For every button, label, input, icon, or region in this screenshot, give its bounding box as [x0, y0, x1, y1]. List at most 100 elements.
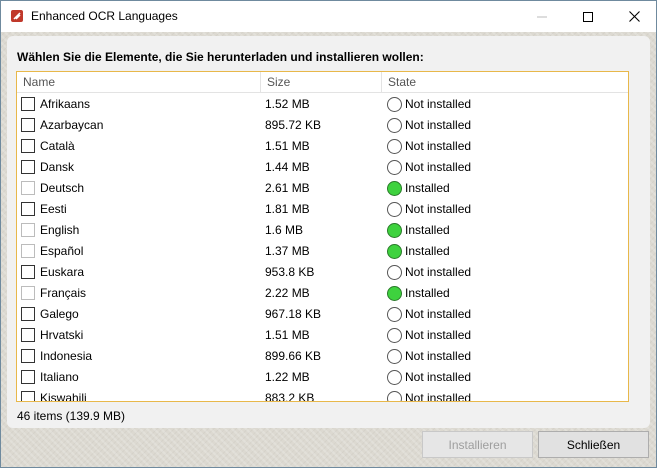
- installed-status-icon: [387, 286, 402, 301]
- list-item[interactable]: Español 1.37 MB Installed: [17, 241, 628, 262]
- language-size: 2.22 MB: [265, 286, 310, 300]
- language-name: Afrikaans: [40, 97, 91, 111]
- installed-status-icon: [387, 181, 402, 196]
- list-body: Afrikaans 1.52 MB Not installed Azarbaycan 8…: [17, 94, 628, 402]
- language-name: Eesti: [40, 202, 67, 216]
- language-size: 1.52 MB: [265, 97, 310, 111]
- content-panel: Wählen Sie die Elemente, die Sie herunte…: [7, 36, 650, 428]
- install-state: Not installed: [405, 97, 472, 111]
- select-checkbox[interactable]: [21, 97, 35, 111]
- select-checkbox: [21, 181, 35, 195]
- select-checkbox[interactable]: [21, 307, 35, 321]
- language-size: 883.2 KB: [265, 391, 315, 402]
- list-item[interactable]: Hrvatski 1.51 MB Not installed: [17, 325, 628, 346]
- not-installed-status-icon: [387, 307, 402, 322]
- language-name: Indonesia: [40, 349, 93, 363]
- select-checkbox[interactable]: [21, 370, 35, 384]
- list-item[interactable]: Italiano 1.22 MB Not installed: [17, 367, 628, 388]
- select-checkbox[interactable]: [21, 160, 35, 174]
- install-state: Installed: [405, 181, 450, 195]
- language-size: 1.22 MB: [265, 370, 310, 384]
- not-installed-status-icon: [387, 349, 402, 364]
- installed-status-icon: [387, 223, 402, 238]
- language-name: Euskara: [40, 265, 85, 279]
- column-header-state[interactable]: State: [382, 72, 628, 93]
- language-size: 1.51 MB: [265, 328, 310, 342]
- list-item[interactable]: Azarbaycan 895.72 KB Not installed: [17, 115, 628, 136]
- install-state: Not installed: [405, 370, 472, 384]
- install-state: Not installed: [405, 349, 472, 363]
- column-header-name[interactable]: Name: [17, 72, 261, 93]
- install-state: Not installed: [405, 139, 472, 153]
- language-size: 2.61 MB: [265, 181, 310, 195]
- language-size: 1.81 MB: [265, 202, 310, 216]
- select-checkbox[interactable]: [21, 202, 35, 216]
- minimize-button[interactable]: [519, 1, 565, 32]
- language-size: 1.6 MB: [265, 223, 304, 237]
- select-checkbox[interactable]: [21, 265, 35, 279]
- install-state: Installed: [405, 286, 450, 300]
- language-name: Galego: [40, 307, 79, 321]
- language-name: English: [40, 223, 80, 237]
- column-header-size[interactable]: Size: [261, 72, 382, 93]
- select-checkbox[interactable]: [21, 139, 35, 153]
- language-name: Català: [40, 139, 75, 153]
- language-list[interactable]: Name Size State Afrikaans 1.52 MB Not inst…: [16, 71, 629, 402]
- list-item[interactable]: Dansk 1.44 MB Not installed: [17, 157, 628, 178]
- not-installed-status-icon: [387, 160, 402, 175]
- list-item[interactable]: Galego 967.18 KB Not installed: [17, 304, 628, 325]
- pdf-editor-app-icon: [10, 9, 24, 23]
- language-name: Italiano: [40, 370, 79, 384]
- install-button[interactable]: Installieren: [422, 431, 533, 458]
- install-state: Installed: [405, 244, 450, 258]
- install-state: Installed: [405, 223, 450, 237]
- close-window-button[interactable]: [611, 1, 656, 32]
- client-area: Wählen Sie die Elemente, die Sie herunte…: [1, 32, 656, 467]
- language-name: Deutsch: [40, 181, 85, 195]
- minimize-icon: [537, 16, 547, 17]
- list-item[interactable]: English 1.6 MB Installed: [17, 220, 628, 241]
- language-name: Français: [40, 286, 87, 300]
- install-state: Not installed: [405, 265, 472, 279]
- maximize-icon: [583, 11, 593, 22]
- language-size: 899.66 KB: [265, 349, 322, 363]
- language-size: 1.37 MB: [265, 244, 310, 258]
- dialog-window: Enhanced OCR Languages Wählen Sie die El…: [0, 0, 657, 468]
- language-name: Español: [40, 244, 84, 258]
- select-checkbox[interactable]: [21, 391, 35, 401]
- not-installed-status-icon: [387, 328, 402, 343]
- list-item[interactable]: Indonesia 899.66 KB Not installed: [17, 346, 628, 367]
- language-size: 1.44 MB: [265, 160, 310, 174]
- language-size: 967.18 KB: [265, 307, 322, 321]
- not-installed-status-icon: [387, 265, 402, 280]
- list-item[interactable]: Français 2.22 MB Installed: [17, 283, 628, 304]
- language-size: 953.8 KB: [265, 265, 315, 279]
- list-item[interactable]: Català 1.51 MB Not installed: [17, 136, 628, 157]
- select-checkbox[interactable]: [21, 349, 35, 363]
- list-item[interactable]: Afrikaans 1.52 MB Not installed: [17, 94, 628, 115]
- language-name: Kiswahili: [40, 391, 87, 402]
- install-state: Not installed: [405, 307, 472, 321]
- list-item[interactable]: Deutsch 2.61 MB Installed: [17, 178, 628, 199]
- select-checkbox: [21, 286, 35, 300]
- language-size: 895.72 KB: [265, 118, 322, 132]
- window-title: Enhanced OCR Languages: [31, 9, 178, 23]
- select-checkbox[interactable]: [21, 328, 35, 342]
- title-bar[interactable]: Enhanced OCR Languages: [1, 1, 656, 32]
- install-state: Not installed: [405, 202, 472, 216]
- list-header: Name Size State: [17, 72, 628, 93]
- installed-status-icon: [387, 244, 402, 259]
- list-item[interactable]: Euskara 953.8 KB Not installed: [17, 262, 628, 283]
- select-checkbox[interactable]: [21, 118, 35, 132]
- list-item[interactable]: Eesti 1.81 MB Not installed: [17, 199, 628, 220]
- close-icon: [628, 11, 640, 22]
- not-installed-status-icon: [387, 97, 402, 112]
- select-checkbox: [21, 244, 35, 258]
- install-state: Not installed: [405, 160, 472, 174]
- list-item[interactable]: Kiswahili 883.2 KB Not installed: [17, 388, 628, 402]
- instruction-text: Wählen Sie die Elemente, die Sie herunte…: [17, 50, 424, 64]
- not-installed-status-icon: [387, 118, 402, 133]
- close-button[interactable]: Schließen: [538, 431, 649, 458]
- maximize-button[interactable]: [565, 1, 611, 32]
- item-count-status: 46 items (139.9 MB): [17, 409, 126, 423]
